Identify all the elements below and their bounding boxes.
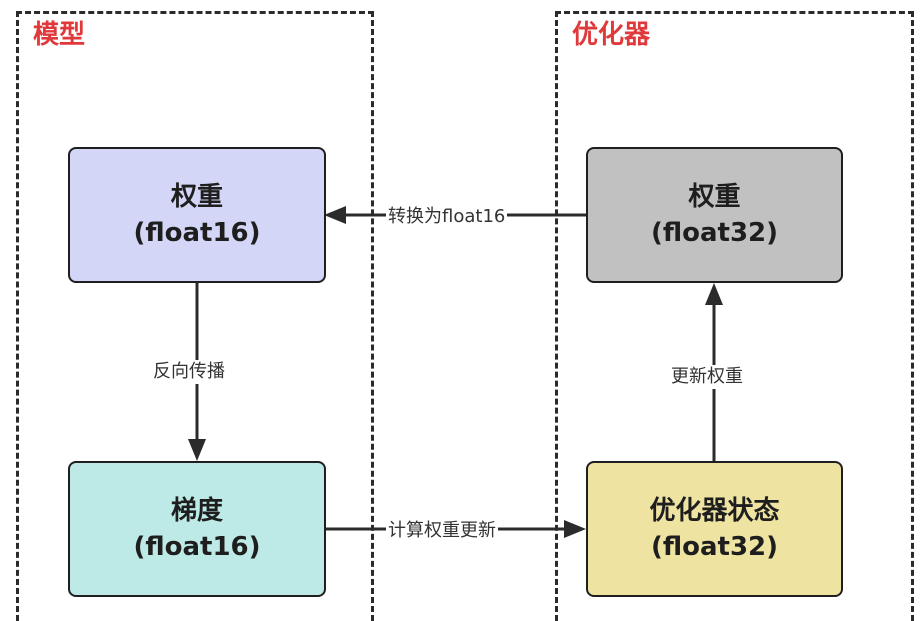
node-weights-fp16-dtype: (float16) [133,218,261,248]
model-region-title: 模型 [33,20,86,50]
node-weights-fp32: 权重 (float32) [586,147,843,283]
node-weights-fp32-dtype: (float32) [650,218,779,248]
mixed-precision-diagram: 模型 优化器 权重 (float16) 梯度 (float16) 权重 (flo… [0,0,922,621]
optimizer-region-title: 优化器 [572,20,651,50]
node-gradients-fp16-name: 梯度 [170,496,223,526]
node-optimizer-state-dtype: (float32) [650,532,779,562]
node-optimizer-state-name: 优化器状态 [649,496,780,526]
node-gradients-fp16-dtype: (float16) [133,532,261,562]
node-weights-fp32-name: 权重 [688,182,741,212]
edge-label-convert: 转换为float16 [386,205,508,229]
node-gradients-fp16: 梯度 (float16) [68,461,326,597]
edge-label-backprop: 反向传播 [151,360,227,384]
node-optimizer-state: 优化器状态 (float32) [586,461,843,597]
edge-label-compute: 计算权重更新 [386,519,498,543]
node-weights-fp16: 权重 (float16) [68,147,326,283]
node-weights-fp16-name: 权重 [170,182,223,212]
edge-label-update: 更新权重 [669,365,745,389]
